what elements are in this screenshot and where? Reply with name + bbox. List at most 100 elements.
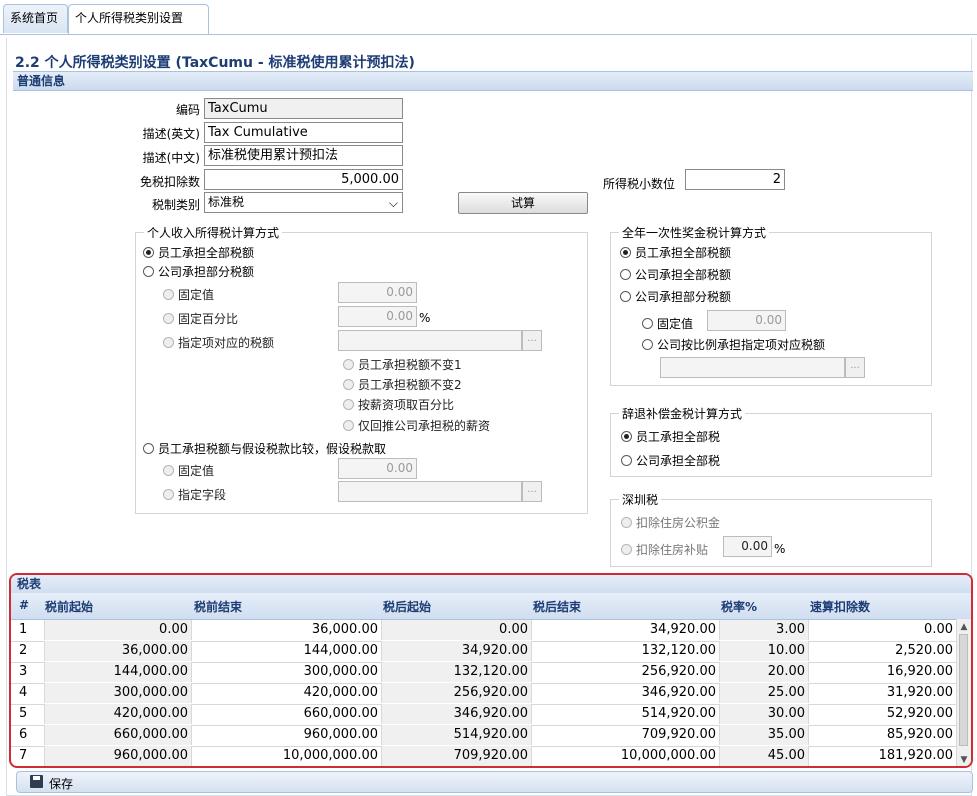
scroll-down-icon[interactable]: ▼ [958,754,970,766]
cell-index: 3 [11,662,45,682]
radio-severance-employee-all[interactable]: 员工承担全部税 [621,428,720,445]
table-row[interactable]: 7 960,000.00 10,000,000.00 709,920.00 10,000… [11,746,957,766]
radio-label: 员工承担税额不变1 [358,358,462,372]
cell-aftertax-start: 709,920.00 [382,746,532,766]
scroll-up-icon[interactable]: ▲ [958,621,970,633]
table-row[interactable]: 5 420,000.00 660,000.00 346,920.00 514,920.0… [11,704,957,726]
radio-icon [620,269,631,280]
table-row[interactable]: 6 660,000.00 960,000.00 514,920.00 709,920.0… [11,725,957,747]
bonus-ratio-field[interactable] [660,357,845,378]
cell-aftertax-end: 34,920.00 [532,620,720,640]
housing-allowance-field[interactable]: 0.00 [723,536,772,557]
cell-pretax-start: 36,000.00 [45,641,192,661]
radio-compare-assumed[interactable]: 员工承担税额与假设税款比较，假设税款取 [143,440,386,457]
tax-type-label: 税制类别 [151,198,200,212]
radio-sub3[interactable]: 按薪资项取百分比 [343,396,454,413]
tax-table-scrollbar[interactable]: ▲ ▼ [956,619,971,766]
radio-label: 公司承担全部税额 [635,268,732,282]
col-tax-rate[interactable]: 税率% [721,598,757,615]
radio-icon [642,318,653,329]
radio-icon [163,489,174,500]
cell-tax-rate: 45.00 [720,746,809,766]
cell-pretax-start: 420,000.00 [45,704,192,724]
desc-en-label: 描述(英文) [142,127,200,141]
scroll-thumb[interactable] [959,634,968,746]
col-aftertax-start[interactable]: 税后起始 [383,598,431,615]
col-quick-deduction[interactable]: 速算扣除数 [810,598,870,615]
exempt-field[interactable]: 5,000.00 [204,169,403,190]
radio-cmp-fixed[interactable]: 固定值 [163,462,214,479]
fixed-percent-field[interactable]: 0.00 [338,306,417,327]
cell-pretax-start: 0.00 [45,620,192,640]
checkbox-housing-allowance[interactable]: 扣除住房补贴 [621,541,708,558]
col-pretax-end[interactable]: 税前结束 [194,598,242,615]
calc-button[interactable]: 试算 [458,192,588,214]
col-index[interactable]: # [19,598,29,612]
fixed-value-field[interactable]: 0.00 [338,282,417,303]
radio-fixed-value[interactable]: 固定值 [163,286,214,303]
radio-icon [620,291,631,302]
radio-fixed-percent[interactable]: 固定百分比 [163,310,238,327]
table-row[interactable]: 1 0.00 36,000.00 0.00 34,920.00 3.00 0.00 [11,620,957,642]
radio-employee-all[interactable]: 员工承担全部税额 [143,244,254,261]
radio-label: 固定值 [178,288,215,302]
radio-bonus-employee-all[interactable]: 员工承担全部税额 [620,244,731,261]
radio-label: 固定值 [657,317,694,331]
tax-type-select[interactable]: 标准税 ⌵ [204,192,403,213]
cell-tax-rate: 35.00 [720,725,809,745]
specified-item-browse-button[interactable]: ... [522,330,542,351]
cell-index: 5 [11,704,45,724]
radio-bonus-fixed[interactable]: 固定值 [642,315,693,332]
checkbox-housing-fund[interactable]: 扣除住房公积金 [621,514,720,531]
desc-cn-field[interactable]: 标准税使用累计预扣法 [204,145,403,166]
radio-bonus-ratio[interactable]: 公司按比例承担指定项对应税额 [642,336,825,353]
table-row[interactable]: 3 144,000.00 300,000.00 132,120.00 256,920.0… [11,662,957,684]
tax-table-panel: 税表 # 税前起始 税前结束 税后起始 税后结束 税率% 速算扣除数 1 0.00… [9,573,973,768]
personal-tax-legend: 个人收入所得税计算方式 [147,226,280,240]
radio-label: 指定字段 [178,488,227,502]
tab-tax-category-settings[interactable]: 个人所得税类别设置 [68,4,209,34]
cell-quick-deduction: 2,520.00 [809,641,957,661]
cmp-field-input[interactable] [338,481,522,502]
col-aftertax-end[interactable]: 税后结束 [533,598,581,615]
cell-aftertax-start: 346,920.00 [382,704,532,724]
checkbox-label: 扣除住房补贴 [636,543,709,557]
radio-sub1[interactable]: 员工承担税额不变1 [343,356,462,373]
radio-bonus-company-partial[interactable]: 公司承担部分税额 [620,288,731,305]
cell-pretax-end: 420,000.00 [192,683,382,703]
bonus-fixed-field[interactable]: 0.00 [707,310,786,331]
cell-pretax-end: 660,000.00 [192,704,382,724]
decimals-field[interactable]: 2 [685,169,785,190]
radio-company-partial[interactable]: 公司承担部分税额 [143,263,254,280]
cell-tax-rate: 3.00 [720,620,809,640]
table-row[interactable]: 2 36,000.00 144,000.00 34,920.00 132,120.00 1… [11,641,957,663]
radio-label: 指定项对应的税额 [178,336,275,350]
chevron-down-icon: ⌵ [388,196,398,210]
tax-table-title: 税表 [11,575,971,593]
radio-cmp-field[interactable]: 指定字段 [163,486,226,503]
cell-aftertax-start: 132,120.00 [382,662,532,682]
table-row[interactable]: 4 300,000.00 420,000.00 256,920.00 346,920.0… [11,683,957,705]
radio-label: 公司承担部分税额 [158,265,255,279]
bonus-ratio-browse-button[interactable]: ... [845,357,865,378]
cmp-field-browse-button[interactable]: ... [522,481,542,502]
cell-pretax-end: 960,000.00 [192,725,382,745]
cmp-fixed-field[interactable]: 0.00 [338,458,417,479]
radio-label: 固定值 [178,464,215,478]
code-field[interactable]: TaxCumu [204,98,403,119]
specified-item-field[interactable] [338,330,522,351]
tab-home[interactable]: 系统首页 [3,4,68,33]
col-pretax-start[interactable]: 税前起始 [45,598,93,615]
radio-sub4[interactable]: 仅回推公司承担税的薪资 [343,417,490,434]
cell-aftertax-start: 514,920.00 [382,725,532,745]
desc-en-field[interactable]: Tax Cumulative [204,122,403,143]
radio-bonus-company-all[interactable]: 公司承担全部税额 [620,266,731,283]
radio-severance-company-all[interactable]: 公司承担全部税 [621,452,720,469]
save-button[interactable]: 保存 [16,771,973,793]
exempt-label: 免税扣除数 [139,175,200,189]
radio-specified-item[interactable]: 指定项对应的税额 [163,334,274,351]
radio-icon [163,289,174,300]
radio-icon [621,455,632,466]
radio-sub2[interactable]: 员工承担税额不变2 [343,376,462,393]
cell-aftertax-start: 256,920.00 [382,683,532,703]
